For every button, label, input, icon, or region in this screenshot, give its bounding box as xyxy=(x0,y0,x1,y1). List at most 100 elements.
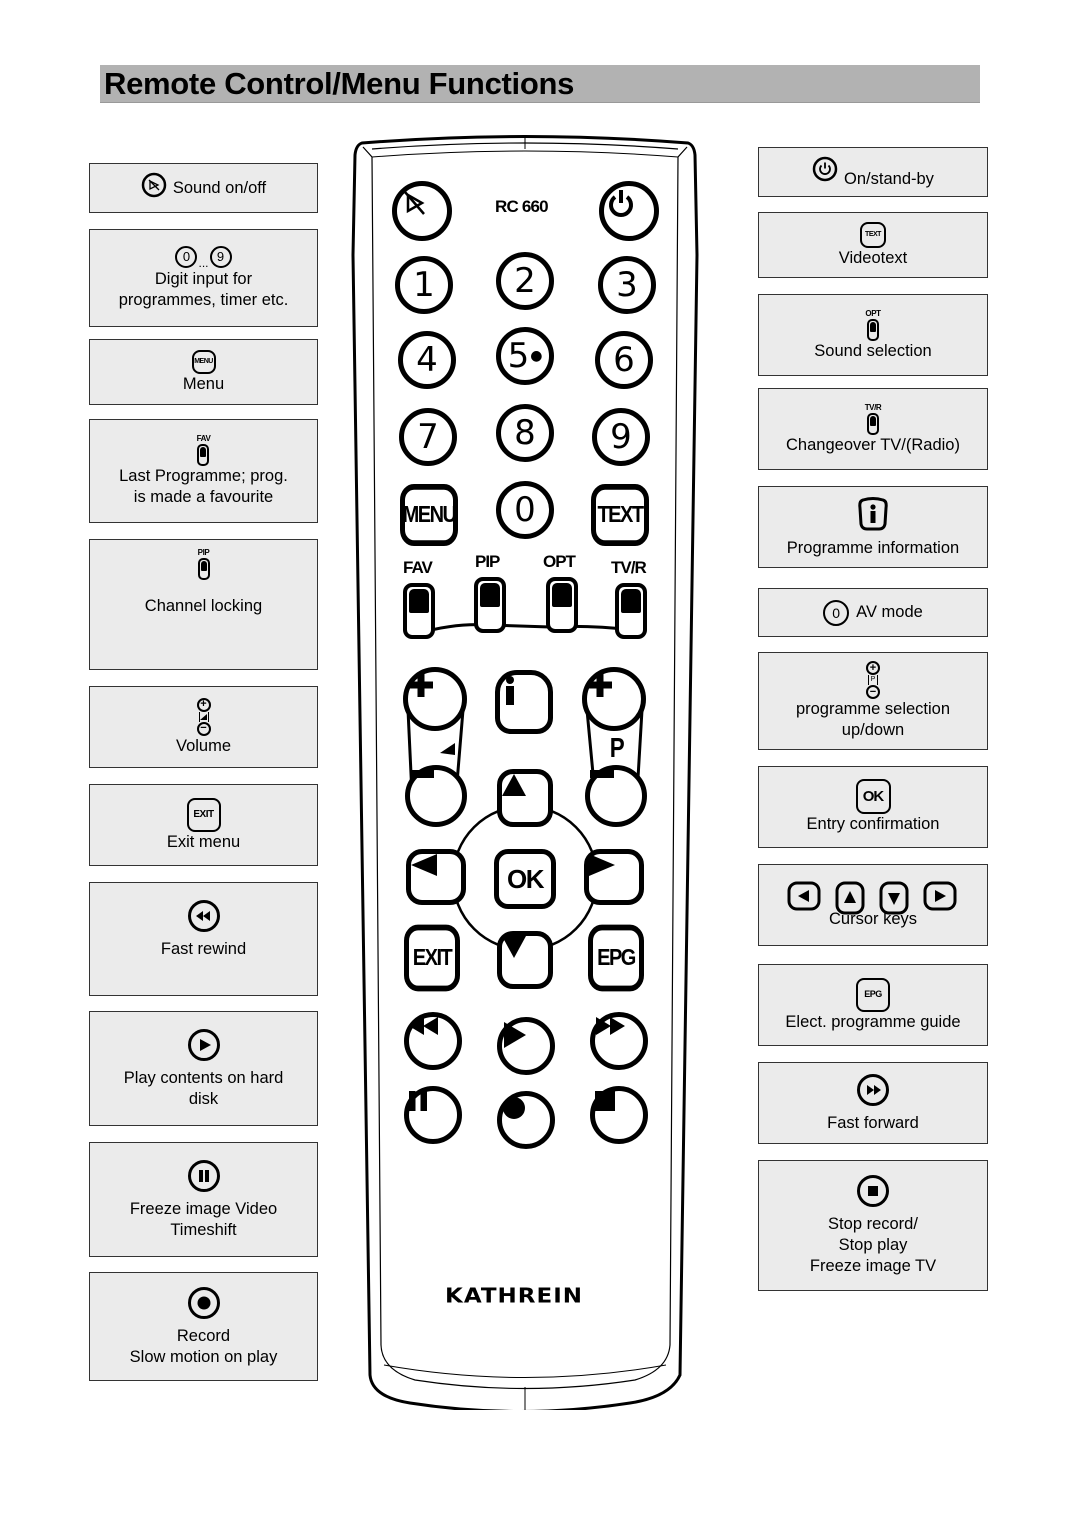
title-bar: Remote Control/Menu Functions xyxy=(100,65,980,103)
panel-label: Digit input for programmes, timer etc. xyxy=(118,269,289,309)
info-icon xyxy=(506,676,514,705)
ok-key-icon: OK xyxy=(855,779,891,814)
tvr-label: TV/R xyxy=(611,558,647,577)
remote-control: RC 660 1 2 3 4 5 ● 6 7 8 9 MENU 0 TEXT FA… xyxy=(350,135,700,1410)
info-button[interactable] xyxy=(495,670,553,734)
arrow-down-icon xyxy=(502,936,526,958)
digit-4-button[interactable]: 4 xyxy=(398,331,456,389)
epg-button[interactable]: EPG xyxy=(588,924,644,992)
power-button[interactable] xyxy=(599,181,659,241)
power-icon xyxy=(609,190,633,217)
panel-record: Record Slow motion on play xyxy=(89,1272,318,1381)
pause-button[interactable] xyxy=(404,1086,462,1144)
panel-freeze-video: Freeze image Video Timeshift xyxy=(89,1142,318,1257)
digit-8-button[interactable]: 8 xyxy=(496,404,554,462)
panel-label: programme selection up/down xyxy=(795,700,951,739)
panel-label: Last Programme; prog. is made a favourit… xyxy=(119,467,288,506)
cursor-left-button[interactable] xyxy=(406,849,466,905)
digit-7-button[interactable]: 7 xyxy=(399,408,457,466)
digit-icon: 0 ... 9 xyxy=(175,245,232,269)
rewind-button[interactable] xyxy=(404,1012,462,1070)
panel-label: Fast forward xyxy=(827,1113,919,1132)
digit-0-button[interactable]: 0 xyxy=(496,481,554,539)
panel-sound-selection: OPT Sound selection xyxy=(758,294,988,376)
tvr-switch[interactable] xyxy=(615,583,647,639)
menu-button[interactable]: MENU xyxy=(400,483,458,547)
panel-label: Videotext xyxy=(838,248,908,267)
panel-label: Exit menu xyxy=(166,832,241,851)
cursor-up-button[interactable] xyxy=(497,769,553,827)
cursor-left-icon xyxy=(787,881,821,910)
arrow-right-icon xyxy=(589,854,615,876)
panel-digit-input: 0 ... 9 Digit input for programmes, time… xyxy=(89,229,318,327)
mute-icon xyxy=(141,172,167,204)
panel-fast-rewind: Fast rewind xyxy=(89,882,318,996)
digit-6-button[interactable]: 6 xyxy=(595,331,653,389)
play-icon xyxy=(187,1028,221,1068)
digit-9-button[interactable]: 9 xyxy=(592,408,650,466)
model-label: RC 660 xyxy=(495,197,549,216)
volume-down-button[interactable] xyxy=(405,765,467,827)
panel-label: On/stand-by xyxy=(844,170,934,188)
cursor-right-button[interactable] xyxy=(584,849,644,905)
panel-channel-locking: PIP Channel locking xyxy=(89,539,318,670)
panel-cursor-keys: Cursor keys xyxy=(758,864,988,946)
fav-rocker-icon: FAV xyxy=(197,434,211,466)
cursor-down-button[interactable] xyxy=(497,931,553,989)
exit-button[interactable]: EXIT xyxy=(404,924,460,992)
panel-videotext: TEXT Videotext xyxy=(758,212,988,278)
digit-3-button[interactable]: 3 xyxy=(598,256,656,314)
record-button[interactable] xyxy=(497,1091,555,1149)
plus-icon xyxy=(588,673,612,697)
menu-key-icon: MENU xyxy=(191,349,216,374)
mute-button[interactable] xyxy=(392,181,452,241)
stop-button[interactable] xyxy=(590,1086,648,1144)
record-icon xyxy=(503,1097,525,1119)
panel-av-mode: 0 AV mode xyxy=(758,588,988,637)
ok-button[interactable]: OK xyxy=(494,849,556,909)
panel-label: Programme information xyxy=(786,538,960,557)
digit-1-button[interactable]: 1 xyxy=(395,256,453,314)
digit-2-button[interactable]: 2 xyxy=(496,252,554,310)
panel-entry-confirmation: OK Entry confirmation xyxy=(758,766,988,848)
fav-switch[interactable] xyxy=(403,583,435,639)
text-key-icon: TEXT xyxy=(860,221,886,248)
zero-icon: 0 xyxy=(823,599,850,626)
fast-forward-icon xyxy=(856,1073,890,1113)
play-button[interactable] xyxy=(497,1017,555,1075)
panel-label: Entry confirmation xyxy=(806,815,940,833)
fav-label: FAV xyxy=(403,558,433,577)
panel-programme-information: Programme information xyxy=(758,486,988,568)
arrow-left-icon xyxy=(411,854,437,876)
panel-label: Play contents on hard disk xyxy=(123,1068,284,1108)
panel-fast-forward: Fast forward xyxy=(758,1062,988,1144)
panel-menu: MENU Menu xyxy=(89,339,318,405)
panel-epg: EPG Elect. programme guide xyxy=(758,964,988,1046)
panel-exit-menu: EXIT Exit menu xyxy=(89,784,318,866)
pip-label: PIP xyxy=(475,552,500,571)
text-button[interactable]: TEXT xyxy=(591,483,649,547)
exit-key-icon: EXIT xyxy=(186,797,221,832)
pause-icon xyxy=(187,1159,221,1199)
fast-forward-button[interactable] xyxy=(590,1012,648,1070)
panel-label: Record Slow motion on play xyxy=(129,1326,278,1366)
rewind-icon xyxy=(187,899,221,939)
programme-down-button[interactable] xyxy=(585,765,647,827)
opt-label: OPT xyxy=(543,552,576,571)
volume-icon: + − xyxy=(196,697,211,736)
programme-up-button[interactable] xyxy=(582,667,646,731)
play-icon xyxy=(504,1022,526,1048)
programme-label: P xyxy=(609,732,625,763)
brand-logo: KATHREIN xyxy=(445,1284,584,1308)
panel-sound-on-off: Sound on/off xyxy=(89,163,318,213)
info-key-icon xyxy=(857,496,889,538)
arrow-up-icon xyxy=(502,774,526,796)
pip-rocker-icon: PIP xyxy=(197,548,210,580)
pip-switch[interactable] xyxy=(474,577,506,633)
opt-switch[interactable] xyxy=(546,577,578,633)
opt-rocker-icon: OPT xyxy=(865,309,881,341)
volume-up-button[interactable] xyxy=(403,667,467,731)
digit-5-button[interactable]: 5 ● xyxy=(496,327,554,385)
fast-forward-icon xyxy=(596,1017,625,1035)
panel-play: Play contents on hard disk xyxy=(89,1011,318,1126)
